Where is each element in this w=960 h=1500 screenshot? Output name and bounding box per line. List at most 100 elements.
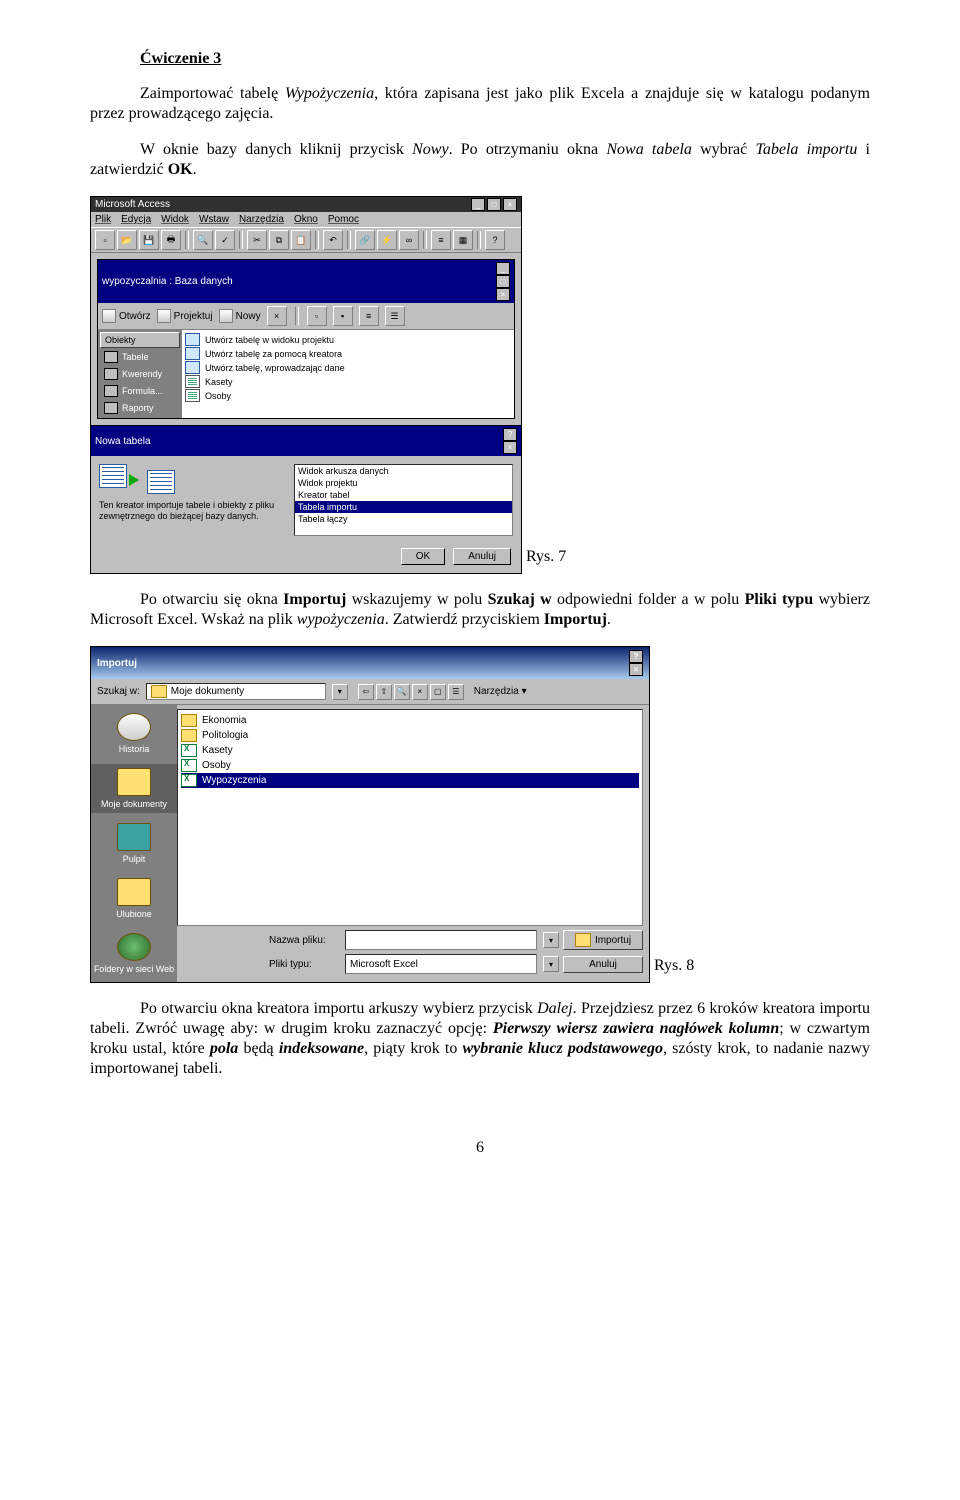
tool-copy-icon[interactable]: ⧉ <box>269 230 289 250</box>
dialog-listbox[interactable]: Widok arkusza danych Widok projektu Krea… <box>294 464 513 536</box>
paragraph-1: Zaimportować tabelę Wypożyczenia, która … <box>90 84 870 124</box>
tool-db-icon[interactable]: ▦ <box>453 230 473 250</box>
list-item[interactable]: Utwórz tabelę za pomocą kreatora <box>185 347 511 360</box>
listbox-item[interactable]: Widok projektu <box>295 477 512 489</box>
search-icon[interactable]: 🔍 <box>394 684 410 700</box>
table-icon <box>104 351 118 363</box>
excel-icon <box>181 774 197 787</box>
delete-icon[interactable]: × <box>412 684 428 700</box>
file-list[interactable]: Ekonomia Politologia Kasety Osoby Wypozy… <box>177 709 643 926</box>
view-large-icon[interactable]: ▫ <box>307 306 327 326</box>
list-item[interactable]: Utwórz tabelę, wprowadzając dane <box>185 361 511 374</box>
favorites-icon <box>117 878 151 906</box>
listbox-item[interactable]: Widok arkusza danych <box>295 465 512 477</box>
menu-pomoc[interactable]: Pomoc <box>328 214 359 225</box>
tool-cut-icon[interactable]: ✂ <box>247 230 267 250</box>
text: . Po otrzymaniu okna <box>449 141 607 158</box>
list-item[interactable]: Utwórz tabelę w widoku projektu <box>185 333 511 346</box>
cancel-button[interactable]: Anuluj <box>563 956 643 973</box>
view-list-icon[interactable]: ≡ <box>359 306 379 326</box>
file-item-folder[interactable]: Ekonomia <box>181 713 639 728</box>
db-minimize-icon[interactable]: _ <box>496 262 510 275</box>
filename-input[interactable] <box>345 930 537 950</box>
filetype-combo[interactable]: Microsoft Excel <box>345 954 537 974</box>
filename-dropdown-icon[interactable]: ▾ <box>543 932 559 948</box>
filetype-dropdown-icon[interactable]: ▾ <box>543 956 559 972</box>
place-moje-dokumenty[interactable]: Moje dokumenty <box>91 764 177 813</box>
tool-print-icon[interactable]: 🖶 <box>161 230 181 250</box>
bold: Szukaj w <box>488 591 552 608</box>
newfolder-icon[interactable]: ▢ <box>430 684 446 700</box>
listbox-item[interactable]: Tabela łączy <box>295 513 512 525</box>
menu-edycja[interactable]: Edycja <box>121 214 151 225</box>
tool-open-icon[interactable]: 📂 <box>117 230 137 250</box>
dialog-help-icon[interactable]: ? <box>503 428 517 441</box>
menubar: Plik Edycja Widok Wstaw Narzędzia Okno P… <box>91 212 521 227</box>
lookin-dropdown-icon[interactable]: ▾ <box>332 684 348 700</box>
place-pulpit[interactable]: Pulpit <box>91 819 177 868</box>
tool-spell-icon[interactable]: ✓ <box>215 230 235 250</box>
dialog-description: Ten kreator importuje tabele i obiekty z… <box>99 500 284 522</box>
figure-8-caption: Rys. 8 <box>654 957 694 983</box>
menu-widok[interactable]: Widok <box>161 214 189 225</box>
tool-undo-icon[interactable]: ↶ <box>323 230 343 250</box>
file-item-xls[interactable]: Kasety <box>181 743 639 758</box>
tool-analyze-icon[interactable]: ⚡ <box>377 230 397 250</box>
sidebar-item-raporty[interactable]: Raporty <box>100 400 180 416</box>
toolbar: ▫ 📂 💾 🖶 🔍 ✓ ✂ ⧉ 📋 ↶ 🔗 ⚡ ∞ ≡ ▦ ? <box>91 227 521 253</box>
listbox-item[interactable]: Kreator tabel <box>295 489 512 501</box>
open-button[interactable]: Otwórz <box>102 309 151 323</box>
tool-paste-icon[interactable]: 📋 <box>291 230 311 250</box>
dialog-close-icon[interactable]: × <box>503 441 517 454</box>
menu-plik[interactable]: Plik <box>95 214 111 225</box>
bold-italic: wybranie klucz podstawowego <box>463 1040 664 1057</box>
tools-dropdown[interactable]: Narzędzia ▾ <box>474 686 527 697</box>
maximize-icon[interactable]: □ <box>487 198 501 211</box>
minimize-icon[interactable]: _ <box>471 198 485 211</box>
menu-narzedzia[interactable]: Narzędzia <box>239 214 284 225</box>
view-small-icon[interactable]: ▪ <box>333 306 353 326</box>
cancel-button[interactable]: Anuluj <box>453 548 511 565</box>
list-item-table[interactable]: Osoby <box>185 389 511 402</box>
query-icon <box>104 368 118 380</box>
new-button[interactable]: Nowy <box>219 309 261 323</box>
list-item-table[interactable]: Kasety <box>185 375 511 388</box>
tool-new-icon[interactable]: ▫ <box>95 230 115 250</box>
paragraph-3: Po otwarciu się okna Importuj wskazujemy… <box>90 590 870 630</box>
tool-props-icon[interactable]: ≡ <box>431 230 451 250</box>
tool-preview-icon[interactable]: 🔍 <box>193 230 213 250</box>
filetype-label: Pliki typu: <box>269 959 339 970</box>
views-icon[interactable]: ☰ <box>448 684 464 700</box>
file-item-xls-selected[interactable]: Wypozyczenia <box>181 773 639 788</box>
place-foldery-web[interactable]: Foldery w sieci Web <box>91 929 177 978</box>
tool-help-icon[interactable]: ? <box>485 230 505 250</box>
delete-icon[interactable]: × <box>267 306 287 326</box>
db-maximize-icon[interactable]: □ <box>496 275 510 288</box>
back-icon[interactable]: ⇦ <box>358 684 374 700</box>
wizard-icon <box>185 333 200 346</box>
sidebar-item-tabele[interactable]: Tabele <box>100 349 180 365</box>
file-item-xls[interactable]: Osoby <box>181 758 639 773</box>
db-body: Obiekty Tabele Kwerendy Formula... Rapor… <box>98 330 514 418</box>
import-help-icon[interactable]: ? <box>629 650 643 663</box>
tool-link-icon[interactable]: 🔗 <box>355 230 375 250</box>
up-icon[interactable]: ⇧ <box>376 684 392 700</box>
menu-okno[interactable]: Okno <box>294 214 318 225</box>
menu-wstaw[interactable]: Wstaw <box>199 214 229 225</box>
import-button[interactable]: Importuj <box>563 930 643 950</box>
sidebar-item-kwerendy[interactable]: Kwerendy <box>100 366 180 382</box>
lookin-combo[interactable]: Moje dokumenty <box>146 683 326 700</box>
tool-relation-icon[interactable]: ∞ <box>399 230 419 250</box>
db-close-icon[interactable]: × <box>496 288 510 301</box>
listbox-item-selected[interactable]: Tabela importu <box>295 501 512 513</box>
close-icon[interactable]: × <box>503 198 517 211</box>
file-item-folder[interactable]: Politologia <box>181 728 639 743</box>
place-historia[interactable]: Historia <box>91 709 177 758</box>
place-ulubione[interactable]: Ulubione <box>91 874 177 923</box>
import-close-icon[interactable]: × <box>629 663 643 676</box>
design-button[interactable]: Projektuj <box>157 309 213 323</box>
tool-save-icon[interactable]: 💾 <box>139 230 159 250</box>
ok-button[interactable]: OK <box>401 548 445 565</box>
view-details-icon[interactable]: ☰ <box>385 306 405 326</box>
sidebar-item-formularze[interactable]: Formula... <box>100 383 180 399</box>
